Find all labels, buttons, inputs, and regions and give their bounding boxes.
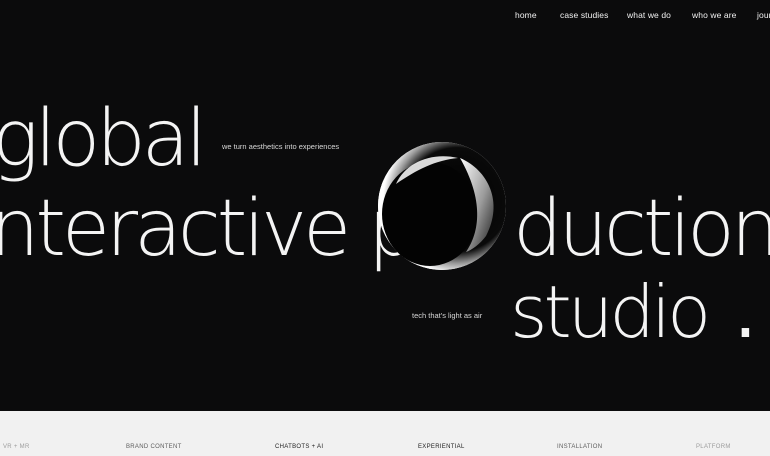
tagline-aesthetics: we turn aesthetics into experiences [222, 142, 340, 151]
nav-what-we-do-link[interactable]: what we do [627, 10, 671, 20]
category-installation[interactable]: INSTALLATION [557, 444, 602, 450]
category-chatbots-ai[interactable]: CHATBOTS + AI [275, 444, 323, 450]
category-experiential[interactable]: EXPERIENTIAL [418, 444, 465, 450]
sphere-icon [378, 142, 506, 270]
tagline-tech: tech that's light as air [412, 311, 483, 320]
headline-global: global [0, 94, 207, 184]
nav-case-studies-link[interactable]: case studies [560, 10, 608, 20]
nav-who-we-are-link[interactable]: who we are [692, 10, 736, 20]
page: home case studies what we do who we are … [0, 0, 770, 456]
headline-studio: studio [510, 270, 711, 354]
category-platform[interactable]: PLATFORM [696, 444, 731, 450]
category-brand-content[interactable]: BRAND CONTENT [126, 444, 182, 450]
nav-home-link[interactable]: home [515, 10, 537, 20]
nav-journal-link[interactable]: jour [757, 10, 770, 20]
headline-interactive: nteractive p [0, 184, 417, 274]
headline-production: duction [513, 184, 770, 274]
headline-period: . [734, 270, 757, 354]
category-vr-mr[interactable]: VR + MR [3, 444, 30, 450]
category-bar: VR + MR BRAND CONTENT CHATBOTS + AI EXPE… [0, 411, 770, 456]
hero-sphere-graphic [376, 140, 508, 272]
top-nav: home case studies what we do who we are … [0, 0, 770, 32]
